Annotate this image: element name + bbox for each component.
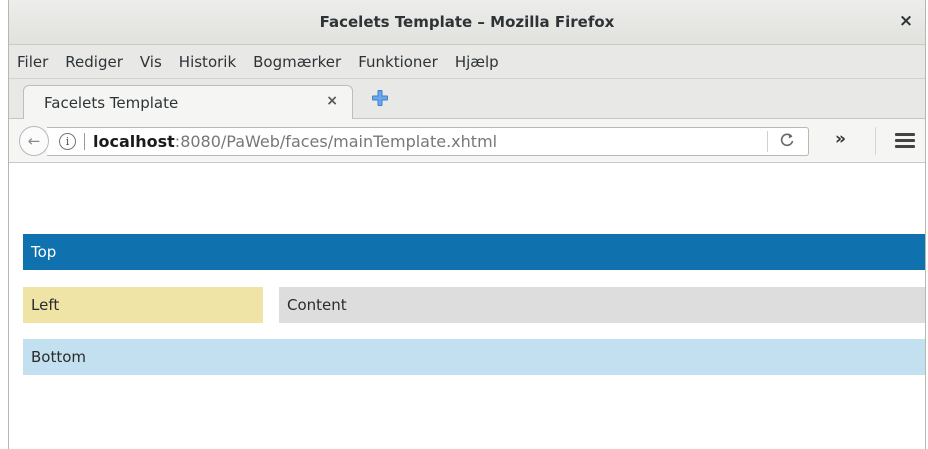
page-content: Top Left Content Bottom [9, 216, 925, 449]
menu-filer[interactable]: Filer [17, 53, 48, 71]
url-bar[interactable]: i localhost:8080/PaWeb/faces/mainTemplat… [47, 127, 809, 156]
tab-title: Facelets Template [44, 94, 179, 112]
navigation-bar: i localhost:8080/PaWeb/faces/mainTemplat… [9, 119, 925, 163]
menu-historik[interactable]: Historik [179, 53, 236, 71]
menu-bogmaerker[interactable]: Bogmærker [253, 53, 341, 71]
menu-hjaelp[interactable]: Hjælp [455, 53, 499, 71]
menu-vis[interactable]: Vis [140, 53, 162, 71]
url-host: localhost [93, 132, 175, 151]
window-close-icon[interactable]: × [897, 12, 915, 30]
reload-icon[interactable] [779, 131, 795, 153]
menu-rediger[interactable]: Rediger [65, 53, 123, 71]
left-section: Left [23, 287, 263, 323]
new-tab-plus-icon[interactable] [371, 89, 389, 107]
title-bar: Facelets Template – Mozilla Firefox × [9, 0, 925, 45]
menu-funktioner[interactable]: Funktioner [358, 53, 438, 71]
top-section: Top [23, 234, 925, 270]
window-title: Facelets Template – Mozilla Firefox [319, 13, 615, 31]
tab-close-icon[interactable]: × [326, 93, 338, 109]
tab-strip: Facelets Template × [9, 79, 925, 119]
bottom-section: Bottom [23, 339, 925, 375]
hamburger-menu-icon[interactable] [895, 133, 915, 149]
tab-facelets-template[interactable]: Facelets Template × [23, 85, 353, 119]
back-button[interactable]: ← [19, 126, 49, 156]
url-path: :8080/PaWeb/faces/mainTemplate.xhtml [174, 132, 498, 151]
menu-bar: Filer Rediger Vis Historik Bogmærker Fun… [9, 45, 925, 79]
browser-window: Facelets Template – Mozilla Firefox × Fi… [8, 0, 926, 449]
toolbar-separator [875, 127, 876, 155]
reload-separator [767, 131, 768, 152]
content-section: Content [279, 287, 925, 323]
url-separator [84, 133, 85, 150]
back-arrow-icon: ← [27, 132, 41, 150]
url-text[interactable]: localhost:8080/PaWeb/faces/mainTemplate.… [93, 132, 497, 151]
site-info-icon[interactable]: i [59, 133, 76, 150]
toolbar-overflow-icon[interactable]: » [835, 129, 846, 149]
